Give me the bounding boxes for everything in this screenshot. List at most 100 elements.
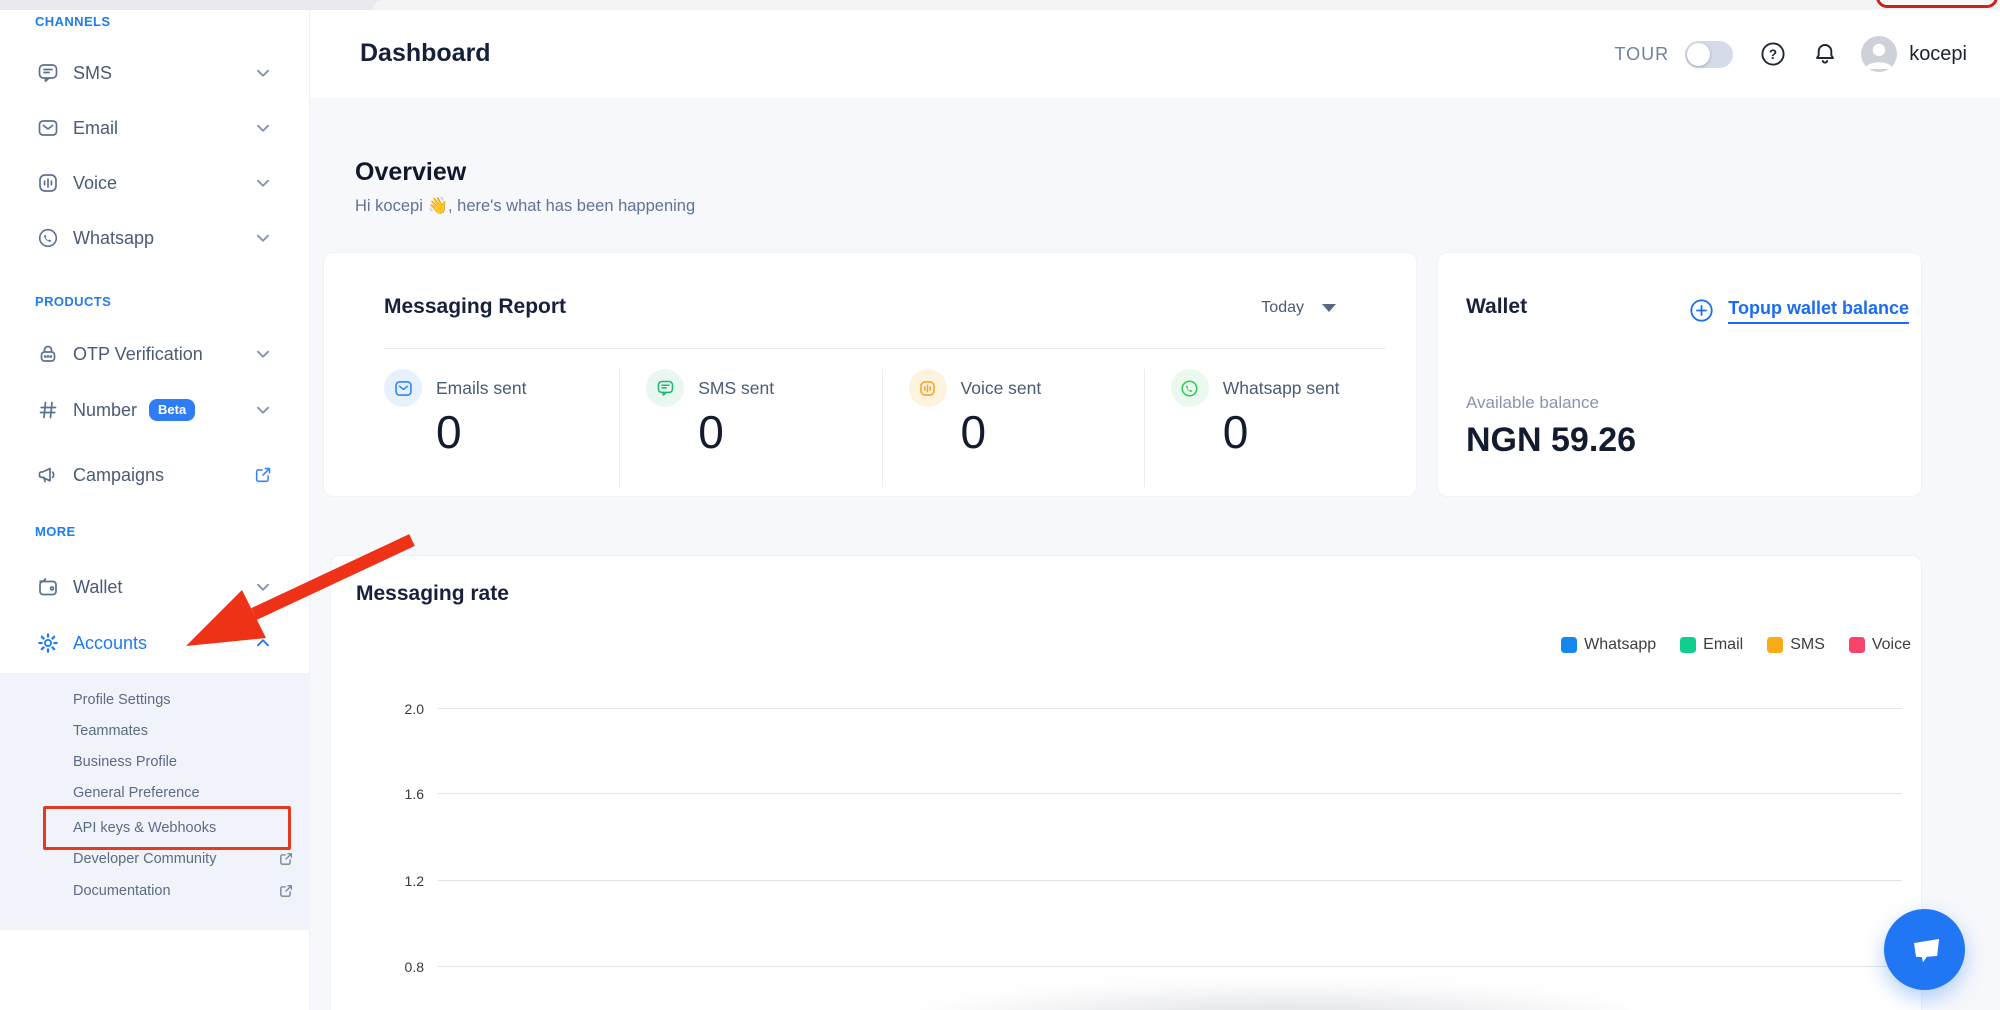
wallet-title: Wallet	[1466, 295, 1527, 319]
tour-label: TOUR	[1615, 44, 1670, 65]
stat-label: Whatsapp sent	[1223, 378, 1340, 399]
legend-sms: SMS	[1767, 636, 1825, 654]
chevron-down-icon[interactable]	[252, 117, 274, 139]
chevron-down-icon[interactable]	[252, 399, 274, 421]
period-select[interactable]: Today	[1261, 299, 1336, 317]
available-balance-value: NGN 59.26	[1466, 421, 1636, 460]
stat-value: 0	[1223, 407, 1406, 458]
dashboard-page: CHANNELS SMS Email Voice Whatsapp PRODUC…	[0, 0, 2000, 1010]
products-heading: PRODUCTS	[35, 294, 111, 309]
stat-label: Emails sent	[436, 378, 526, 399]
avatar[interactable]	[1861, 36, 1897, 72]
y-axis-tick: 1.6	[386, 786, 424, 802]
sidebar-item-label: Campaigns	[73, 465, 164, 486]
stat-label: Voice sent	[961, 378, 1042, 399]
sidebar-item-number[interactable]: Number Beta	[36, 393, 274, 427]
topup-wallet-label: Topup wallet balance	[1728, 298, 1909, 324]
stat-value: 0	[698, 407, 881, 458]
legend-email: Email	[1680, 636, 1743, 654]
more-heading: MORE	[35, 524, 76, 539]
accounts-submenu: Profile Settings Teammates Business Prof…	[0, 673, 310, 930]
padlock-icon	[36, 342, 60, 366]
stat-sms-sent: SMS sent 0	[619, 369, 881, 487]
legend-swatch	[1849, 637, 1865, 653]
legend-swatch	[1561, 637, 1577, 653]
chat-widget-button[interactable]	[1884, 909, 1965, 990]
submenu-item-label: General Preference	[73, 785, 200, 801]
user-menu[interactable]: kocepi	[1909, 43, 1967, 66]
sidebar-item-accounts[interactable]: Accounts	[36, 626, 274, 660]
sidebar-item-label: Voice	[73, 173, 117, 194]
sidebar-item-otp-verification[interactable]: OTP Verification	[36, 337, 274, 371]
tour-toggle[interactable]	[1685, 41, 1733, 68]
legend-label: SMS	[1790, 636, 1825, 654]
browser-tab-edge	[373, 0, 2000, 10]
submenu-item-general-preference[interactable]: General Preference	[73, 779, 295, 807]
sidebar-item-wallet[interactable]: Wallet	[36, 570, 274, 604]
y-axis-tick: 2.0	[386, 701, 424, 717]
submenu-item-label: Teammates	[73, 723, 148, 739]
chevron-down-icon[interactable]	[252, 576, 274, 598]
legend-label: Whatsapp	[1584, 636, 1656, 654]
whatsapp-icon	[36, 226, 60, 250]
chevron-down-icon[interactable]	[252, 172, 274, 194]
chart-legend: Whatsapp Email SMS Voice	[1537, 636, 1911, 654]
chevron-down-icon[interactable]	[252, 227, 274, 249]
envelope-icon	[36, 116, 60, 140]
bell-icon[interactable]	[1811, 40, 1839, 68]
overview-subtitle: Hi kocepi 👋, here's what has been happen…	[355, 197, 695, 216]
top-bar-actions: TOUR ? kocepi	[1615, 10, 1967, 98]
gridline	[438, 880, 1902, 881]
channels-heading: CHANNELS	[35, 14, 110, 29]
annotation-highlight-box	[43, 806, 291, 850]
stat-value: 0	[436, 407, 619, 458]
submenu-item-teammates[interactable]: Teammates	[73, 717, 295, 745]
chevron-down-icon[interactable]	[252, 343, 274, 365]
stats-row: Emails sent 0 SMS sent 0 Voice sent 0	[384, 369, 1406, 487]
beta-badge: Beta	[149, 399, 195, 421]
sidebar-item-sms[interactable]: SMS	[36, 56, 274, 90]
stat-value: 0	[961, 407, 1144, 458]
sms-bubble-icon	[36, 61, 60, 85]
gear-icon	[36, 631, 60, 655]
submenu-item-label: Developer Community	[73, 851, 216, 867]
submenu-item-label: Profile Settings	[73, 692, 171, 708]
sidebar-item-label: SMS	[73, 63, 112, 84]
sidebar-item-voice[interactable]: Voice	[36, 166, 274, 200]
external-link-icon	[252, 464, 274, 486]
sidebar-item-label: Email	[73, 118, 118, 139]
sidebar-item-whatsapp[interactable]: Whatsapp	[36, 221, 274, 255]
topup-wallet-link[interactable]: Topup wallet balance	[1688, 297, 1909, 324]
available-balance-label: Available balance	[1466, 393, 1599, 413]
wallet-icon	[36, 575, 60, 599]
submenu-item-label: Documentation	[73, 883, 171, 899]
whatsapp-icon	[1171, 369, 1209, 407]
submenu-item-documentation[interactable]: Documentation	[73, 877, 295, 905]
sidebar-item-label: Accounts	[73, 633, 147, 654]
messaging-rate-card: Messaging rate Whatsapp Email SMS Voice …	[330, 555, 1922, 1010]
overview-title: Overview	[355, 158, 466, 187]
sidebar-item-label: OTP Verification	[73, 344, 203, 365]
external-link-icon	[277, 882, 295, 900]
legend-label: Email	[1703, 636, 1743, 654]
chevron-down-icon[interactable]	[252, 62, 274, 84]
period-select-value: Today	[1261, 299, 1304, 317]
y-axis-tick: 0.8	[386, 959, 424, 975]
sidebar-item-label: Whatsapp	[73, 228, 154, 249]
voice-waveform-icon	[909, 369, 947, 407]
legend-swatch	[1680, 637, 1696, 653]
sidebar-item-campaigns[interactable]: Campaigns	[36, 458, 274, 492]
chevron-up-icon[interactable]	[252, 632, 274, 654]
sidebar-item-label: Number	[73, 400, 137, 421]
page-title: Dashboard	[360, 39, 491, 68]
submenu-item-business-profile[interactable]: Business Profile	[73, 748, 295, 776]
sidebar-item-email[interactable]: Email	[36, 111, 274, 145]
messaging-rate-title: Messaging rate	[356, 582, 509, 606]
submenu-item-profile-settings[interactable]: Profile Settings	[73, 686, 295, 714]
stat-emails-sent: Emails sent 0	[384, 369, 619, 487]
help-icon[interactable]: ?	[1759, 40, 1787, 68]
stat-whatsapp-sent: Whatsapp sent 0	[1144, 369, 1406, 487]
legend-whatsapp: Whatsapp	[1561, 636, 1656, 654]
megaphone-icon	[36, 463, 60, 487]
sidebar-item-label: Wallet	[73, 577, 122, 598]
